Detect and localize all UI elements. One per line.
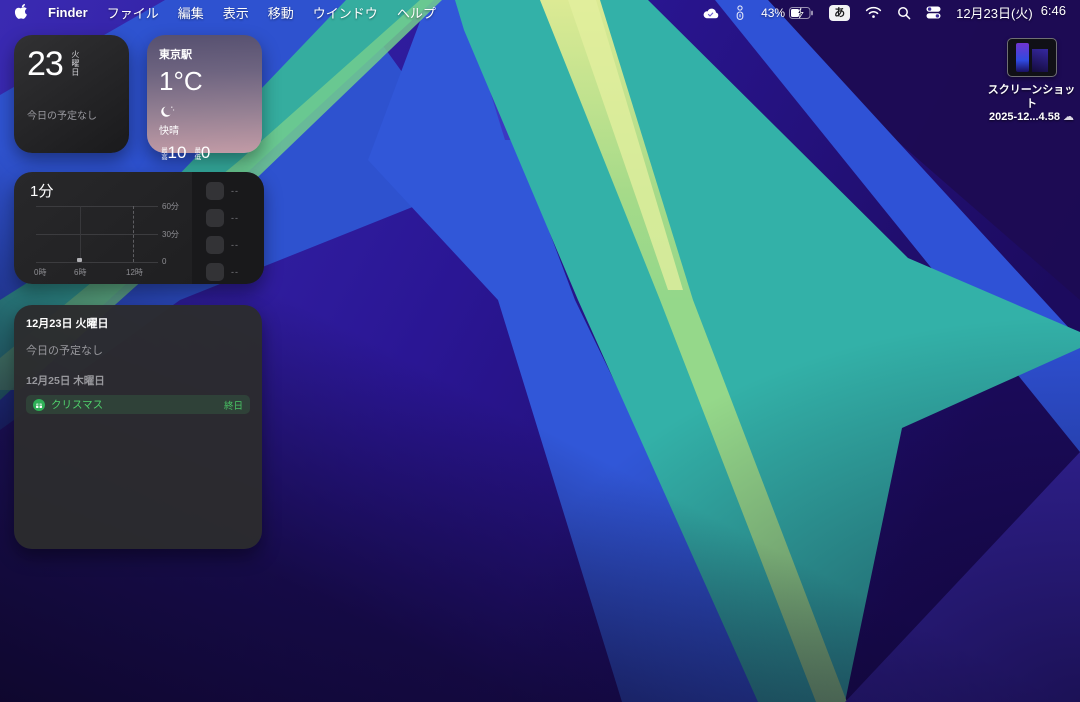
- app-icon-placeholder: [206, 209, 224, 227]
- clock-date: 12月23日(火): [956, 3, 1033, 22]
- control-center-icon[interactable]: [926, 6, 941, 19]
- clock-time: 6:46: [1041, 3, 1066, 22]
- weather-location: 東京駅: [159, 46, 250, 62]
- menu-go[interactable]: 移動: [268, 3, 294, 22]
- gridline: [36, 206, 158, 207]
- menu-window[interactable]: ウインドウ: [313, 3, 378, 22]
- battery-indicator[interactable]: 43%: [761, 6, 814, 20]
- icloud-status-icon: ☁: [1063, 111, 1074, 123]
- calendar-list-next-header: 12月25日 木曜日: [26, 373, 250, 388]
- x-tick: 12時: [126, 267, 143, 278]
- menu-file[interactable]: ファイル: [107, 3, 159, 22]
- event-all-day-label: 終日: [224, 398, 243, 412]
- calendar-list-today-header: 12月23日 火曜日: [26, 315, 250, 331]
- menu-view[interactable]: 表示: [223, 3, 249, 22]
- y-tick: 0: [162, 257, 166, 266]
- desktop-file-screenshot[interactable]: スクリーンショット 2025-12...4.58 ☁: [984, 38, 1079, 125]
- battery-percent: 43%: [761, 6, 785, 20]
- calendar-widget-small[interactable]: 23 火曜日 今日の予定なし: [14, 35, 129, 153]
- app-icon-placeholder: [206, 236, 224, 254]
- thumbnail-art: [1016, 43, 1029, 72]
- clear-night-icon: [159, 105, 250, 120]
- app-usage-placeholder: --: [231, 213, 239, 223]
- event-title: クリスマス: [51, 397, 218, 412]
- app-usage-placeholder: --: [231, 186, 239, 196]
- app-usage-placeholder: --: [231, 267, 239, 277]
- calendar-widget-list[interactable]: 12月23日 火曜日 今日の予定なし 12月25日 木曜日 クリスマス 終日: [14, 305, 262, 549]
- thumbnail-art: [1032, 49, 1048, 72]
- usage-bar: [77, 258, 82, 262]
- spotlight-search-icon[interactable]: [897, 6, 911, 20]
- gridline: [80, 206, 81, 262]
- file-label-line1: スクリーンショット: [984, 84, 1079, 111]
- desktop: Finder ファイル 編集 表示 移動 ウインドウ ヘルプ: [0, 0, 1080, 702]
- x-tick: 6時: [74, 267, 86, 278]
- y-tick: 30分: [162, 229, 179, 240]
- gridline: [36, 262, 158, 263]
- menu-help[interactable]: ヘルプ: [397, 3, 436, 22]
- screen-time-app-list: -- -- -- --: [192, 172, 264, 284]
- weather-temperature: 1°C: [159, 66, 250, 97]
- weather-high-low: 最高 10 最低 0: [159, 143, 250, 163]
- app-row: --: [206, 182, 239, 200]
- wifi-icon[interactable]: [865, 6, 882, 19]
- current-time-line: [133, 206, 134, 262]
- screenshot-thumbnail: [1007, 38, 1057, 77]
- file-label: スクリーンショット 2025-12...4.58 ☁: [984, 84, 1079, 125]
- input-source-badge[interactable]: あ: [829, 5, 850, 21]
- weather-low-label: 最低: [192, 147, 199, 160]
- weather-widget[interactable]: 東京駅 1°C 快晴 最高 10 最低 0: [147, 35, 262, 153]
- app-usage-placeholder: --: [231, 240, 239, 250]
- calendar-list-no-events: 今日の予定なし: [26, 342, 250, 358]
- holiday-calendar-icon: [33, 399, 45, 411]
- weather-high-label: 最高: [159, 147, 166, 160]
- app-icon-placeholder: [206, 182, 224, 200]
- app-row: --: [206, 263, 239, 281]
- battery-charging-icon: [789, 7, 814, 19]
- weather-high-value: 10: [168, 143, 187, 163]
- menu-bar-clock[interactable]: 12月23日(火) 6:46: [956, 3, 1066, 22]
- calendar-weekday: 火曜日: [70, 50, 81, 77]
- screen-time-widget[interactable]: 1分 60分 30分 0 0時 6時 12時 -- -- --: [14, 172, 264, 284]
- app-icon-placeholder: [206, 263, 224, 281]
- calendar-event-row[interactable]: クリスマス 終日: [26, 395, 250, 414]
- cloud-sync-icon[interactable]: [702, 6, 719, 20]
- app-row: --: [206, 209, 239, 227]
- weather-condition: 快晴: [159, 122, 250, 137]
- screen-time-total: 1分: [30, 180, 53, 201]
- weather-low-value: 0: [201, 143, 210, 163]
- calendar-no-events: 今日の予定なし: [27, 107, 116, 122]
- file-label-line2: 2025-12...4.58 ☁: [984, 111, 1079, 125]
- gridline: [36, 234, 158, 235]
- accessory-battery-icon[interactable]: [734, 5, 746, 21]
- menu-bar: Finder ファイル 編集 表示 移動 ウインドウ ヘルプ: [0, 0, 1080, 25]
- menu-edit[interactable]: 編集: [178, 3, 204, 22]
- x-tick: 0時: [34, 267, 46, 278]
- active-app-name[interactable]: Finder: [48, 5, 88, 20]
- calendar-day-number: 23: [27, 47, 63, 81]
- y-tick: 60分: [162, 201, 179, 212]
- app-row: --: [206, 236, 239, 254]
- apple-menu-icon[interactable]: [14, 2, 29, 24]
